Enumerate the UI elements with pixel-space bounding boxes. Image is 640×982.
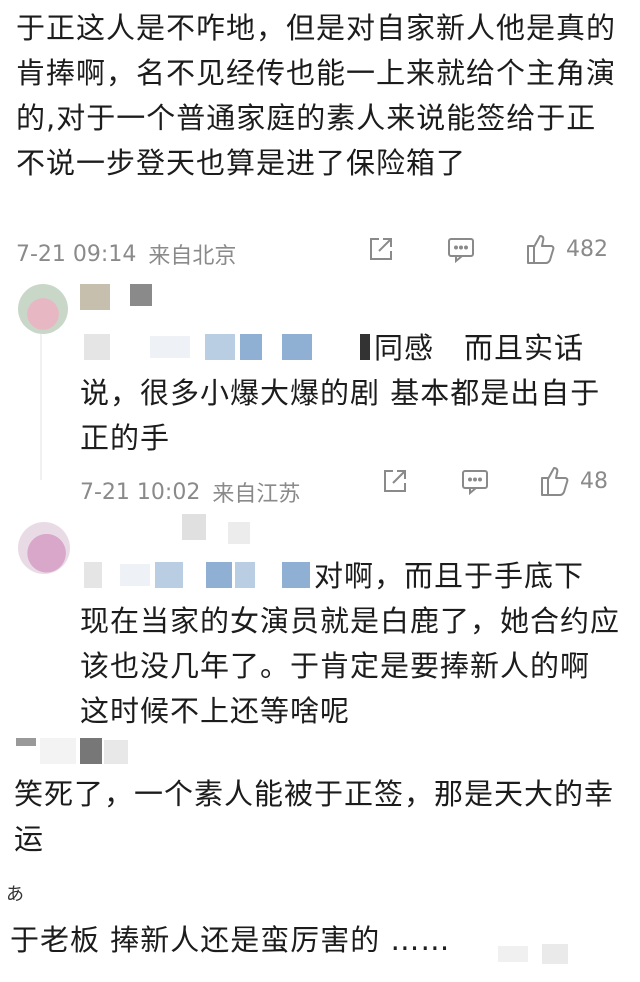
avatar[interactable] [18,284,68,334]
thread-line [40,320,42,480]
main-comment-meta: 7-21 09:14 来自北京 [16,238,236,270]
share-icon [370,238,392,260]
thumbs-up-icon [527,235,555,264]
reply-meta: 7-21 10:02 来自江苏 [80,476,300,508]
username-redacted [104,740,128,764]
share-icon [384,470,406,492]
username-redacted [360,334,370,360]
username-redacted [282,562,310,588]
username-partial: あ [6,884,24,905]
username-redacted [182,514,206,540]
username-redacted [205,334,235,360]
username-redacted [282,334,312,360]
comment-location: 来自江苏 [212,482,301,507]
reply-text: 说，很多小爆大爆的剧 基本都是出自于正的手 [80,376,601,455]
share-button[interactable] [366,234,396,264]
like-count: 48 [580,468,608,494]
username-redacted [206,562,232,588]
reply-text: 对啊，而且于手底下 [314,559,585,593]
reply-text: 同感 而且实话 [374,331,585,365]
comment-text: 于老板 捧新人还是蛮厉害的 …… [10,923,451,957]
username-redacted [240,334,262,360]
username-redacted [80,284,110,310]
username-redacted [84,562,102,588]
main-comment-text: 于正这人是不咋地，但是对自家新人他是真的肯捧啊，名不见经传也能一上来就给个主角演… [16,11,617,180]
username-redacted [228,522,250,544]
comment-button[interactable] [446,234,476,264]
thumbs-up-icon [541,467,569,496]
username-redacted [120,564,150,586]
comment-time: 7-21 10:02 [80,479,201,505]
avatar[interactable] [18,522,70,574]
username-redacted [498,946,528,962]
comment-icon [448,238,474,264]
username-redacted [16,738,36,746]
username-redacted [150,336,190,358]
username-redacted [155,562,183,588]
comment-location: 来自北京 [148,244,237,269]
like-button[interactable]: 48 [538,464,608,498]
username-redacted [130,284,152,306]
share-button[interactable] [380,466,410,496]
comment-text: 笑死了，一个素人能被于正签，那是天大的幸运 [14,777,615,856]
like-button[interactable]: 482 [524,232,608,266]
reply-text: 现在当家的女演员就是白鹿了，她合约应该也没几年了。于肯定是要捧新人的啊 这时候不… [80,604,621,728]
comment-button[interactable] [460,466,490,496]
comment-icon [462,470,488,496]
like-count: 482 [566,236,608,262]
comment-time: 7-21 09:14 [16,241,137,267]
username-redacted [84,334,110,360]
username-redacted [542,944,568,964]
username-redacted [235,562,255,588]
username-redacted [80,738,102,764]
username-redacted [40,738,76,764]
